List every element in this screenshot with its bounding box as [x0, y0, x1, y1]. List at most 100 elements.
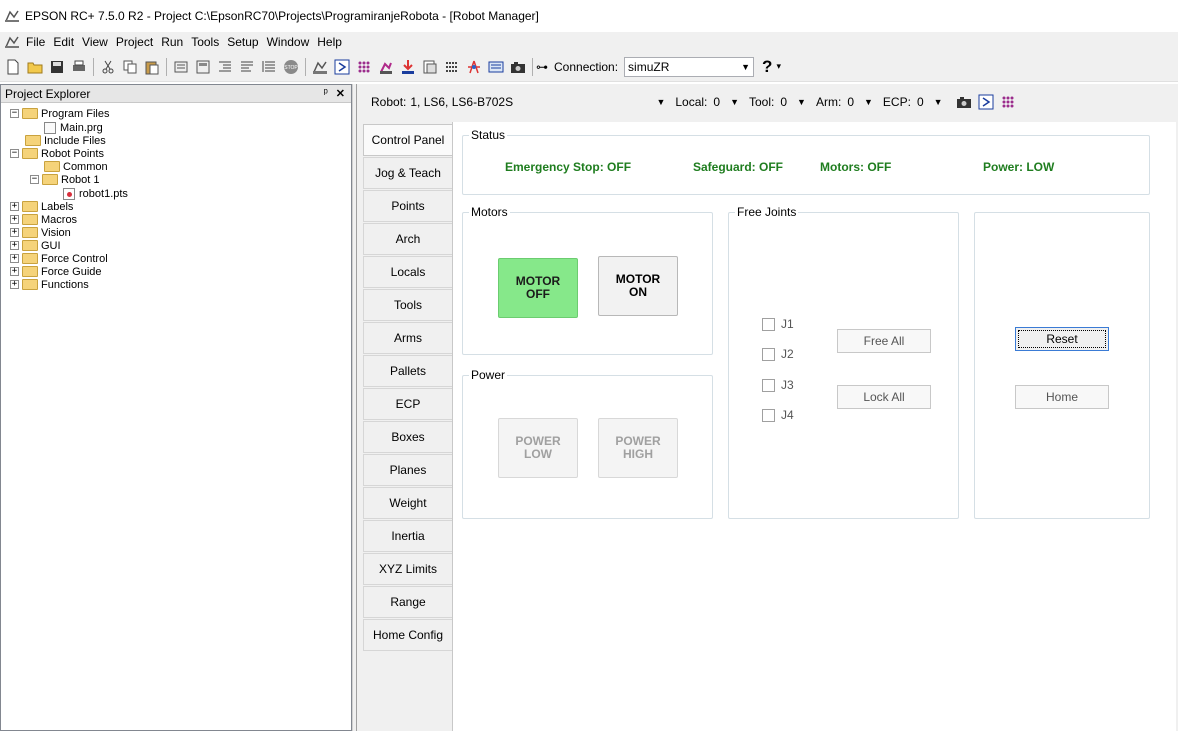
save-all-icon[interactable] — [47, 57, 67, 77]
cut-icon[interactable] — [98, 57, 118, 77]
motor-on-button[interactable]: MOTOR ON — [598, 256, 678, 316]
local-select[interactable]: 0 ▼ — [713, 95, 739, 109]
uncomment-icon[interactable] — [259, 57, 279, 77]
paste-icon[interactable] — [142, 57, 162, 77]
home-button[interactable]: Home — [1015, 385, 1109, 409]
download-icon[interactable] — [398, 57, 418, 77]
new-file-icon[interactable] — [3, 57, 23, 77]
tree-node-main-prg[interactable]: Main.prg — [44, 121, 103, 134]
tab-boxes[interactable]: Boxes — [363, 421, 452, 453]
connection-icon: ⊶ — [536, 59, 548, 74]
collapse-icon[interactable]: − — [10, 109, 19, 118]
expand-icon[interactable]: + — [10, 215, 19, 224]
tree-node-gui[interactable]: + GUI — [10, 239, 61, 252]
camera-icon[interactable] — [954, 92, 974, 112]
tree-node-force-control[interactable]: + Force Control — [10, 252, 108, 265]
tab-arms[interactable]: Arms — [363, 322, 452, 354]
copy-icon[interactable] — [120, 57, 140, 77]
tab-arch[interactable]: Arch — [363, 223, 452, 255]
menu-tools[interactable]: Tools — [187, 35, 223, 49]
reset-button[interactable]: Reset — [1015, 327, 1109, 351]
tab-xyz-limits[interactable]: XYZ Limits — [363, 553, 452, 585]
joint-checkbox-j4[interactable]: J4 — [762, 408, 794, 422]
expand-icon[interactable]: + — [10, 241, 19, 250]
indent-icon[interactable] — [215, 57, 235, 77]
menu-project[interactable]: Project — [112, 35, 157, 49]
tree-node-include-files[interactable]: Include Files — [25, 134, 106, 147]
menu-window[interactable]: Window — [263, 35, 314, 49]
run-window-icon[interactable] — [332, 57, 352, 77]
tab-ecp[interactable]: ECP — [363, 388, 452, 420]
tab-home-config[interactable]: Home Config — [363, 619, 452, 651]
tab-control-panel[interactable]: Control Panel — [363, 124, 452, 156]
expand-icon[interactable]: + — [10, 254, 19, 263]
tab-range[interactable]: Range — [363, 586, 452, 618]
joint-checkbox-j1[interactable]: J1 — [762, 317, 794, 331]
pin-icon[interactable]: ᵖ — [324, 87, 328, 100]
tab-jog-teach[interactable]: Jog & Teach — [363, 157, 452, 189]
tree-node-macros[interactable]: + Macros — [10, 213, 77, 226]
open-folder-icon[interactable] — [25, 57, 45, 77]
tab-points[interactable]: Points — [363, 190, 452, 222]
expand-icon[interactable]: + — [10, 267, 19, 276]
comment-icon[interactable] — [237, 57, 257, 77]
toolbar-overflow-icon[interactable]: ▾ — [776, 61, 781, 72]
arm-select[interactable]: 0 ▼ — [847, 95, 873, 109]
tree-node-labels[interactable]: + Labels — [10, 200, 73, 213]
jog-teach-icon[interactable] — [376, 57, 396, 77]
joint-checkbox-j3[interactable]: J3 — [762, 378, 794, 392]
camera-icon[interactable] — [508, 57, 528, 77]
lock-all-button[interactable]: Lock All — [837, 385, 931, 409]
help-icon[interactable]: ? — [762, 57, 772, 77]
print-icon[interactable] — [69, 57, 89, 77]
menu-view[interactable]: View — [78, 35, 112, 49]
collapse-icon[interactable]: − — [30, 175, 39, 184]
connection-select[interactable]: simuZR ▼ — [624, 56, 755, 77]
expand-icon[interactable]: + — [10, 202, 19, 211]
free-all-button[interactable]: Free All — [837, 329, 931, 353]
robot-manager-icon[interactable] — [310, 57, 330, 77]
tab-pallets[interactable]: Pallets — [363, 355, 452, 387]
menu-setup[interactable]: Setup — [223, 35, 262, 49]
epson-app-icon — [5, 10, 19, 22]
tab-weight[interactable]: Weight — [363, 487, 452, 519]
tool-select[interactable]: 0 ▼ — [780, 95, 806, 109]
tab-locals[interactable]: Locals — [363, 256, 452, 288]
app-menu-icon[interactable] — [4, 35, 20, 49]
expand-icon[interactable]: + — [10, 280, 19, 289]
run-window-icon[interactable] — [976, 92, 996, 112]
menu-edit[interactable]: Edit — [49, 35, 78, 49]
stop-icon[interactable]: STOP — [281, 57, 301, 77]
tree-node-vision[interactable]: + Vision — [10, 226, 71, 239]
tab-inertia[interactable]: Inertia — [363, 520, 452, 552]
menu-help[interactable]: Help — [313, 35, 346, 49]
tab-planes[interactable]: Planes — [363, 454, 452, 486]
tree-node-robot1-pts[interactable]: robot1.pts — [63, 187, 128, 200]
power-high-button[interactable]: POWER HIGH — [598, 418, 678, 478]
tree-node-functions[interactable]: + Functions — [10, 278, 89, 291]
close-icon[interactable]: ✕ — [336, 87, 345, 100]
tree-node-common[interactable]: Common — [44, 160, 108, 173]
power-low-button[interactable]: POWER LOW — [498, 418, 578, 478]
expand-icon[interactable]: + — [10, 228, 19, 237]
task-manager-icon[interactable] — [420, 57, 440, 77]
rebuild-icon[interactable] — [193, 57, 213, 77]
tab-tools[interactable]: Tools — [363, 289, 452, 321]
simulator-icon[interactable] — [464, 57, 484, 77]
tree-node-robot-1[interactable]: − Robot 1 — [30, 173, 100, 186]
collapse-icon[interactable]: − — [10, 149, 19, 158]
io-label-icon[interactable] — [442, 57, 462, 77]
tree-node-robot-points[interactable]: − Robot Points — [10, 147, 104, 160]
build-icon[interactable] — [171, 57, 191, 77]
ecp-select[interactable]: 0 ▼ — [917, 95, 943, 109]
menu-run[interactable]: Run — [157, 35, 187, 49]
motor-off-button[interactable]: MOTOR OFF — [498, 258, 578, 318]
joint-checkbox-j2[interactable]: J2 — [762, 347, 794, 361]
menu-file[interactable]: File — [22, 35, 49, 49]
vision-guide-icon[interactable] — [486, 57, 506, 77]
io-monitor-icon[interactable] — [998, 92, 1018, 112]
tree-node-program-files[interactable]: − Program Files — [10, 107, 109, 120]
io-monitor-icon[interactable] — [354, 57, 374, 77]
tree-node-force-guide[interactable]: + Force Guide — [10, 265, 102, 278]
robot-select[interactable]: 1, LS6, LS6-B702S ▼ — [410, 95, 665, 109]
